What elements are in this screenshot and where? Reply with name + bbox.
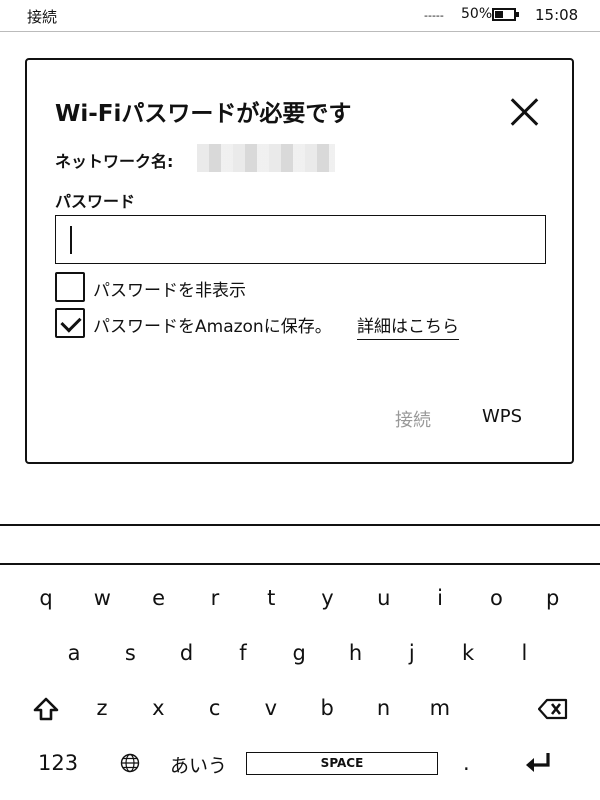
key-v[interactable]: v (251, 696, 291, 720)
key-u[interactable]: u (364, 586, 404, 610)
battery-icon (492, 8, 519, 21)
key-x[interactable]: x (138, 696, 178, 720)
key-s[interactable]: s (110, 641, 150, 665)
status-bar: 接続 ----- 50% 15:08 (0, 0, 600, 32)
wps-button[interactable]: WPS (482, 406, 522, 427)
key-m[interactable]: m (420, 696, 460, 720)
key-c[interactable]: c (195, 696, 235, 720)
hide-password-checkbox[interactable] (55, 272, 85, 302)
battery-fill (495, 11, 503, 18)
network-name-redacted (197, 144, 335, 172)
network-name-label: ネットワーク名: (55, 152, 174, 171)
dialog-title: Wi-Fiパスワードが必要です (55, 101, 352, 127)
key-t[interactable]: t (251, 586, 291, 610)
space-key[interactable]: SPACE (246, 752, 438, 775)
key-f[interactable]: f (223, 641, 263, 665)
key-l[interactable]: l (504, 641, 544, 665)
battery-percent: 50% (461, 6, 493, 22)
numbers-key[interactable]: 123 (38, 751, 78, 775)
key-d[interactable]: d (167, 641, 207, 665)
hide-password-label[interactable]: パスワードを非表示 (93, 276, 246, 301)
clock: 15:08 (535, 6, 579, 24)
key-y[interactable]: y (308, 586, 348, 610)
key-i[interactable]: i (420, 586, 460, 610)
period-key[interactable]: . (463, 751, 470, 775)
key-p[interactable]: p (533, 586, 573, 610)
key-b[interactable]: b (307, 696, 347, 720)
kana-key[interactable]: あいう (170, 751, 227, 778)
close-icon[interactable] (509, 96, 541, 128)
key-n[interactable]: n (364, 696, 404, 720)
save-password-label[interactable]: パスワードをAmazonに保存。 (93, 312, 332, 337)
wifi-password-dialog: Wi-Fiパスワードが必要です ネットワーク名: パスワード パスワードを非表示… (25, 58, 574, 464)
key-g[interactable]: g (279, 641, 319, 665)
checkmark-icon (60, 311, 82, 333)
keyboard-top-divider (0, 524, 600, 526)
save-password-checkbox[interactable] (55, 308, 85, 338)
signal-indicator: ----- (424, 9, 444, 22)
details-link[interactable]: 詳細はこちら (357, 312, 459, 340)
key-w[interactable]: w (82, 586, 122, 610)
backspace-icon[interactable] (538, 698, 568, 720)
key-h[interactable]: h (336, 641, 376, 665)
text-caret (70, 226, 72, 254)
enter-icon[interactable] (524, 751, 552, 775)
key-q[interactable]: q (26, 586, 66, 610)
globe-icon[interactable] (120, 753, 140, 773)
key-r[interactable]: r (195, 586, 235, 610)
shift-icon[interactable] (33, 697, 59, 721)
password-input[interactable] (55, 215, 546, 264)
key-z[interactable]: z (82, 696, 122, 720)
connection-status: 接続 (27, 8, 58, 26)
key-o[interactable]: o (476, 586, 516, 610)
key-j[interactable]: j (392, 641, 432, 665)
key-a[interactable]: a (54, 641, 94, 665)
key-k[interactable]: k (448, 641, 488, 665)
keyboard-divider (0, 563, 600, 565)
connect-button[interactable]: 接続 (395, 406, 431, 432)
key-e[interactable]: e (139, 586, 179, 610)
password-label: パスワード (55, 192, 136, 211)
